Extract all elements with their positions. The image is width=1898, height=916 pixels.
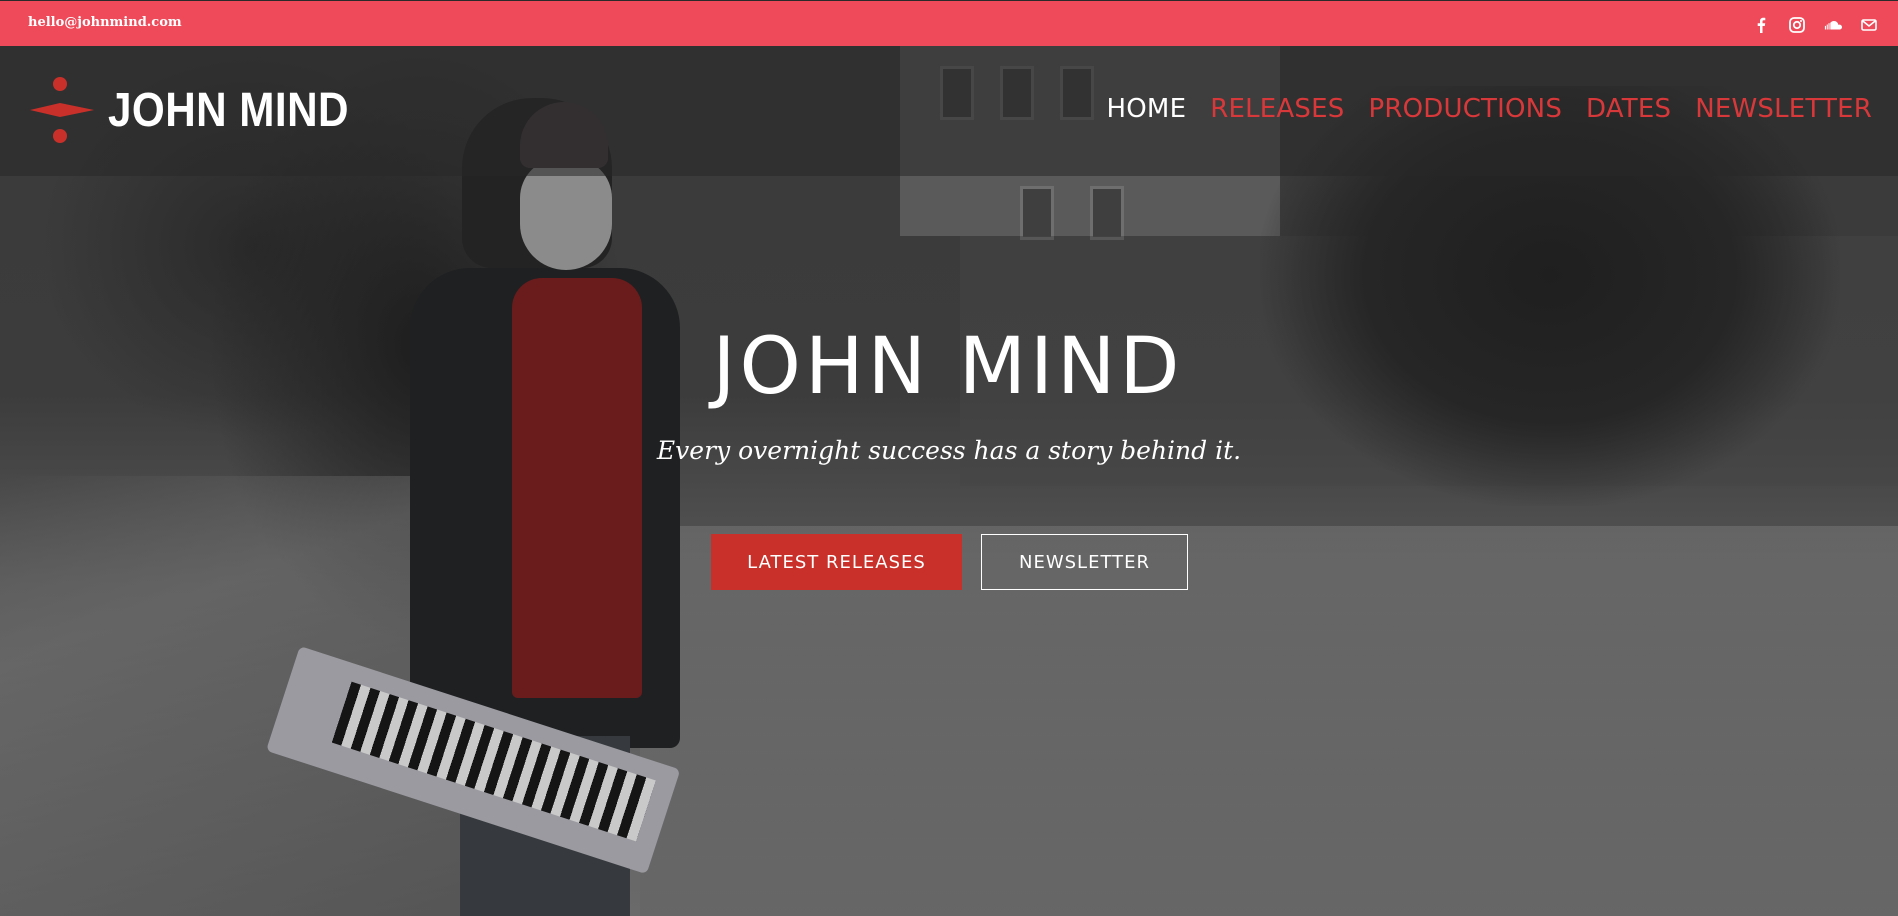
- newsletter-button[interactable]: NEWSLETTER: [981, 534, 1188, 590]
- social-links: [1752, 16, 1878, 34]
- soundcloud-icon[interactable]: [1824, 16, 1842, 34]
- logo-text: JOHN MIND: [108, 83, 349, 137]
- contact-email-link[interactable]: hello@johnmind.com: [28, 15, 182, 30]
- main-navigation: HOME RELEASES PRODUCTIONS DATES NEWSLETT…: [1107, 94, 1872, 124]
- logo-mark-icon: [30, 77, 94, 143]
- header-nav-bar: JOHN MIND HOME RELEASES PRODUCTIONS DATE…: [0, 46, 1898, 176]
- hero-subtitle: Every overnight success has a story behi…: [656, 436, 1242, 465]
- nav-item-newsletter[interactable]: NEWSLETTER: [1695, 94, 1872, 124]
- hero-title: JOHN MIND: [712, 322, 1184, 412]
- latest-releases-button[interactable]: LATEST RELEASES: [711, 534, 962, 590]
- mail-icon[interactable]: [1860, 16, 1878, 34]
- top-bar: hello@johnmind.com: [0, 0, 1898, 46]
- nav-item-home[interactable]: HOME: [1107, 94, 1187, 124]
- nav-item-dates[interactable]: DATES: [1586, 94, 1671, 124]
- facebook-icon[interactable]: [1752, 16, 1770, 34]
- instagram-icon[interactable]: [1788, 16, 1806, 34]
- nav-item-productions[interactable]: PRODUCTIONS: [1368, 94, 1562, 124]
- hero-background-photo: [0, 46, 1898, 916]
- nav-item-releases[interactable]: RELEASES: [1210, 94, 1344, 124]
- site-logo[interactable]: JOHN MIND: [28, 76, 382, 144]
